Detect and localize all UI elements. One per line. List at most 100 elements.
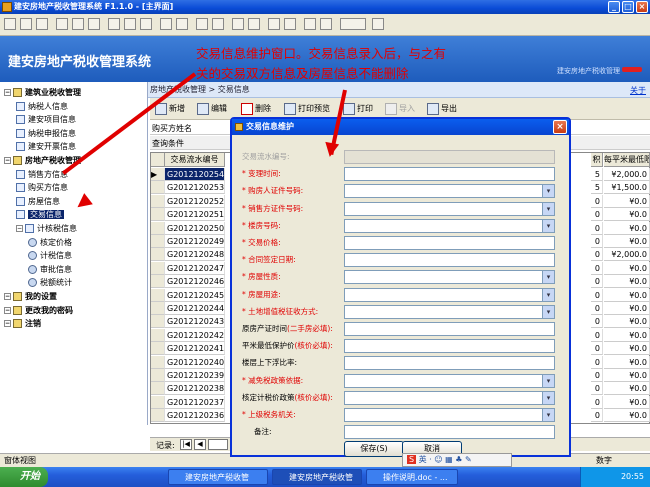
toolbar-icon[interactable] <box>72 18 84 30</box>
maximize-button[interactable]: □ <box>622 1 634 13</box>
toolbar-icon[interactable] <box>124 18 136 30</box>
text-field[interactable] <box>344 322 555 336</box>
edit-button[interactable]: 编辑 <box>196 101 227 117</box>
table-cell[interactable]: G2012120244 <box>165 302 225 315</box>
tree-item[interactable]: 建安开票信息 <box>16 140 76 153</box>
tree-item[interactable]: 纳税人信息 <box>16 100 68 113</box>
select-field[interactable]: ▾ <box>344 201 555 216</box>
tree-item[interactable]: 建安项目信息 <box>16 113 76 126</box>
toolbar-icon[interactable] <box>160 18 172 30</box>
table-cell[interactable]: G2012120240 <box>165 355 225 369</box>
row-selector[interactable] <box>151 288 165 302</box>
table-cell[interactable]: 0 <box>591 315 603 329</box>
text-field[interactable] <box>344 425 555 440</box>
tree-item[interactable]: 审批信息 <box>28 263 72 276</box>
table-cell[interactable]: 0 <box>591 302 603 315</box>
row-selector[interactable] <box>151 275 165 289</box>
table-cell[interactable]: ¥0.0 <box>604 261 650 275</box>
toolbar-icon[interactable] <box>196 18 208 30</box>
column-header[interactable]: 交易流水编号 <box>165 153 225 167</box>
row-selector[interactable] <box>151 181 165 195</box>
tree-item[interactable]: − 我的设置 <box>4 290 57 303</box>
table-cell[interactable]: ¥0.0 <box>604 208 650 222</box>
column-header[interactable]: 积 <box>591 153 603 167</box>
table-cell[interactable]: ¥0.0 <box>604 382 650 396</box>
table-cell[interactable]: 0 <box>591 395 603 409</box>
table-cell[interactable]: G2012120236 <box>165 409 225 423</box>
tree-item[interactable]: 销售方信息 <box>16 168 68 181</box>
table-cell[interactable]: G2012120250 <box>165 221 225 235</box>
toolbar-icon[interactable] <box>36 18 48 30</box>
table-cell[interactable]: 0 <box>591 235 603 248</box>
table-cell[interactable]: ¥0.0 <box>604 369 650 382</box>
table-cell[interactable]: 0 <box>591 194 603 208</box>
ime-mode[interactable]: 英 <box>419 455 427 464</box>
row-selector[interactable] <box>151 369 165 382</box>
tree-toggle[interactable]: − <box>4 157 11 164</box>
table-cell[interactable]: ¥0.0 <box>604 221 650 235</box>
row-selector[interactable] <box>151 315 165 329</box>
table-cell[interactable]: 0 <box>591 261 603 275</box>
delete-button[interactable]: 删除 <box>240 101 271 117</box>
row-selector[interactable] <box>151 395 165 409</box>
table-cell[interactable]: 0 <box>591 342 603 356</box>
table-cell[interactable]: 0 <box>591 369 603 382</box>
tree-toggle[interactable]: − <box>16 225 23 232</box>
toolbar-icon[interactable] <box>56 18 68 30</box>
toolbar-icon[interactable] <box>4 18 16 30</box>
select-field[interactable]: ▾ <box>344 287 555 302</box>
row-selector[interactable] <box>151 221 165 235</box>
taskbar-item[interactable]: 建安房地产税收管 <box>272 469 362 485</box>
table-cell[interactable]: G2012120237 <box>165 395 225 409</box>
tree-item[interactable]: 纳税申报信息 <box>16 127 76 140</box>
select-field[interactable]: ▾ <box>344 408 555 422</box>
row-selector[interactable] <box>151 409 165 423</box>
table-cell[interactable]: 0 <box>591 382 603 396</box>
tree-toggle[interactable]: − <box>4 293 11 300</box>
toolbar-icon[interactable] <box>340 18 366 30</box>
toolbar-icon[interactable] <box>284 18 296 30</box>
select-field[interactable]: ▾ <box>344 218 555 233</box>
chevron-down-icon[interactable]: ▾ <box>542 271 554 284</box>
table-cell[interactable]: 0 <box>591 208 603 222</box>
table-cell[interactable]: 0 <box>591 409 603 423</box>
table-cell[interactable]: G2012120238 <box>165 382 225 396</box>
chevron-down-icon[interactable]: ▾ <box>542 409 554 421</box>
tree-item[interactable]: 计税信息 <box>28 249 72 262</box>
tree-item[interactable]: − 注销 <box>4 317 41 330</box>
tree-item[interactable]: − 建筑业税收管理 <box>4 86 81 99</box>
row-selector[interactable] <box>151 355 165 369</box>
tree-toggle[interactable]: − <box>4 306 11 314</box>
toolbar-icon[interactable] <box>176 18 188 30</box>
toolbar-icon[interactable] <box>268 18 280 30</box>
tree-item[interactable]: 房屋信息 <box>16 195 60 208</box>
tree-toggle[interactable]: − <box>4 320 11 328</box>
table-cell[interactable]: 0 <box>591 275 603 289</box>
row-selector[interactable] <box>151 302 165 315</box>
tree-item[interactable]: 税额统计 <box>28 276 72 289</box>
table-cell[interactable]: G2012120243 <box>165 315 225 329</box>
table-cell[interactable]: ¥0.0 <box>604 235 650 248</box>
row-selector[interactable] <box>151 261 165 275</box>
tree-item[interactable]: 交易信息 <box>16 208 64 221</box>
select-field[interactable]: ▾ <box>344 304 555 319</box>
table-cell[interactable]: G2012120252 <box>165 194 225 208</box>
toolbar-icon[interactable] <box>248 18 260 30</box>
toolbar-icon[interactable] <box>88 18 100 30</box>
chevron-down-icon[interactable]: ▾ <box>542 288 554 301</box>
chevron-down-icon[interactable]: ▾ <box>542 374 554 387</box>
close-button[interactable]: × <box>636 1 648 13</box>
row-selector[interactable] <box>151 248 165 262</box>
minimize-button[interactable]: _ <box>608 1 620 13</box>
table-cell[interactable]: G2012120253 <box>165 181 225 195</box>
table-cell[interactable]: 5 <box>591 168 603 181</box>
table-cell[interactable]: ¥0.0 <box>604 328 650 342</box>
table-cell[interactable]: G2012120247 <box>165 261 225 275</box>
table-cell[interactable]: ¥0.0 <box>604 342 650 356</box>
row-selector[interactable] <box>151 208 165 222</box>
tree-item[interactable]: 核定价格 <box>28 236 72 249</box>
table-cell[interactable]: ¥0.0 <box>604 409 650 423</box>
table-cell[interactable]: 0 <box>591 248 603 262</box>
toolbar-icon[interactable] <box>212 18 224 30</box>
text-field[interactable] <box>344 236 555 250</box>
